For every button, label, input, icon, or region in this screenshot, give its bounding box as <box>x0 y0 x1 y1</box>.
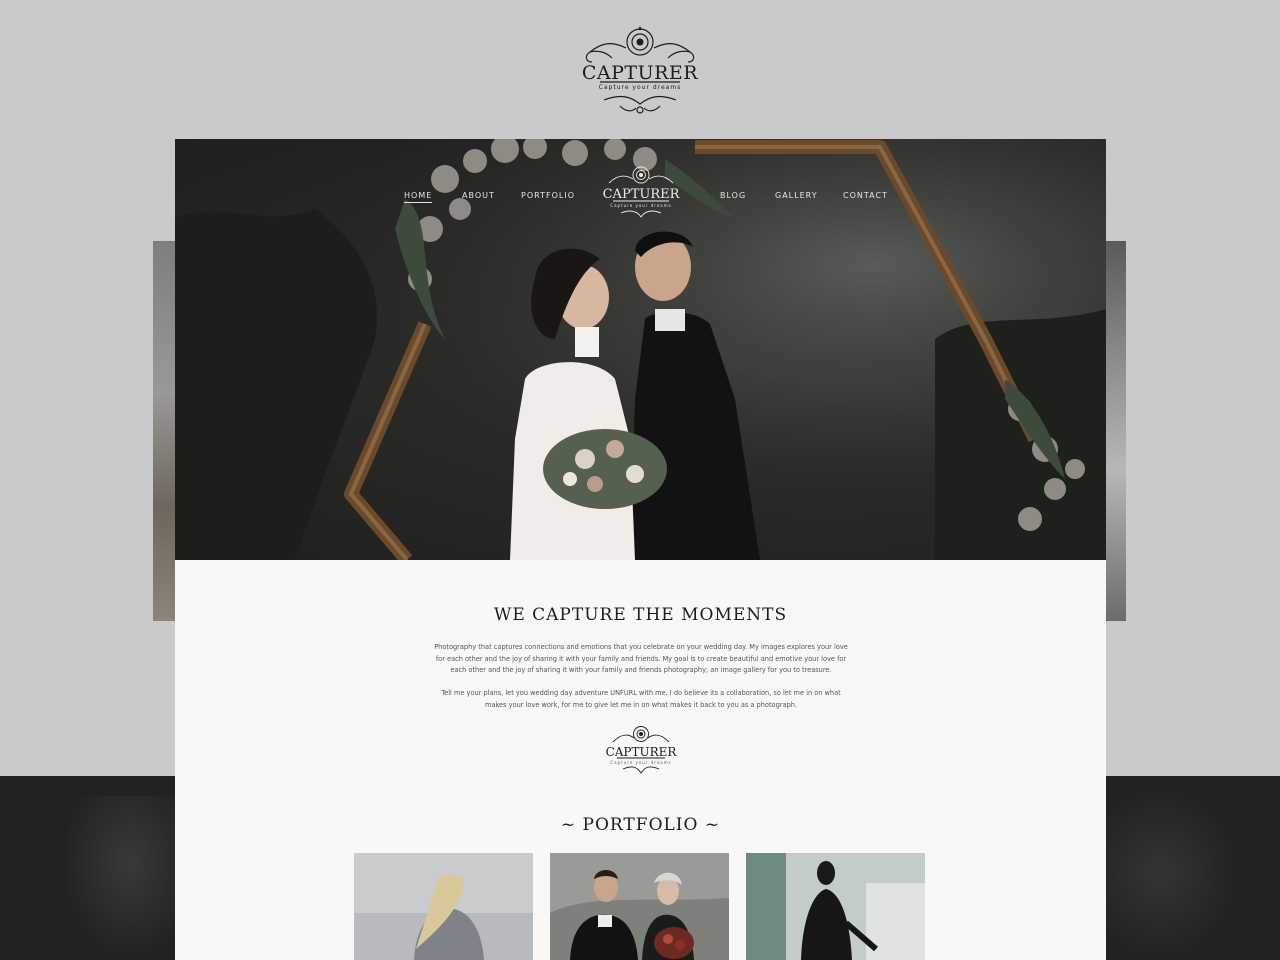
side-preview-right <box>1104 241 1126 621</box>
nav-home[interactable]: HOME <box>404 191 433 203</box>
nav-portfolio[interactable]: PORTFOLIO <box>521 191 575 200</box>
hero-section: HOME ABOUT PORTFOLIO BLOG GALLERY CONTAC… <box>175 139 1106 560</box>
side-preview-left <box>153 241 177 621</box>
website-preview: HOME ABOUT PORTFOLIO BLOG GALLERY CONTAC… <box>175 139 1106 960</box>
about-heading: WE CAPTURE THE MOMENTS <box>493 605 788 625</box>
nav-gallery[interactable]: GALLERY <box>775 191 818 200</box>
hero-brand-name: CAPTURER <box>602 187 680 202</box>
section-brand-name: CAPTURER <box>605 745 677 759</box>
nav-contact[interactable]: CONTACT <box>843 191 888 200</box>
portfolio-item-3[interactable] <box>746 853 925 960</box>
section-logo: CAPTURER Capture your dreams <box>603 723 679 779</box>
portfolio-item-2[interactable] <box>550 853 729 960</box>
top-logo[interactable]: CAPTURER Capture your dreams <box>560 22 720 116</box>
portfolio-heading: ~ PORTFOLIO ~ <box>560 815 721 835</box>
hero-logo[interactable]: CAPTURER Capture your dreams <box>595 163 687 223</box>
nav-blog[interactable]: BLOG <box>720 191 746 200</box>
portfolio-photo-woman-black-outfit <box>746 853 925 960</box>
brand-name: CAPTURER <box>581 62 699 84</box>
section-brand-tagline: Capture your dreams <box>610 760 672 765</box>
brand-tagline: Capture your dreams <box>598 84 682 91</box>
hero-brand-tagline: Capture your dreams <box>610 203 672 208</box>
portfolio-photo-woman-windblown-hair <box>354 853 533 960</box>
about-paragraph-2: Tell me your plans, let you wedding day … <box>441 689 841 709</box>
nav-about[interactable]: ABOUT <box>462 191 495 200</box>
about-paragraph-1: Photography that captures connections an… <box>434 643 848 675</box>
portfolio-item-1[interactable] <box>354 853 533 960</box>
portfolio-photo-couple-tuxedo-bouquet <box>550 853 729 960</box>
